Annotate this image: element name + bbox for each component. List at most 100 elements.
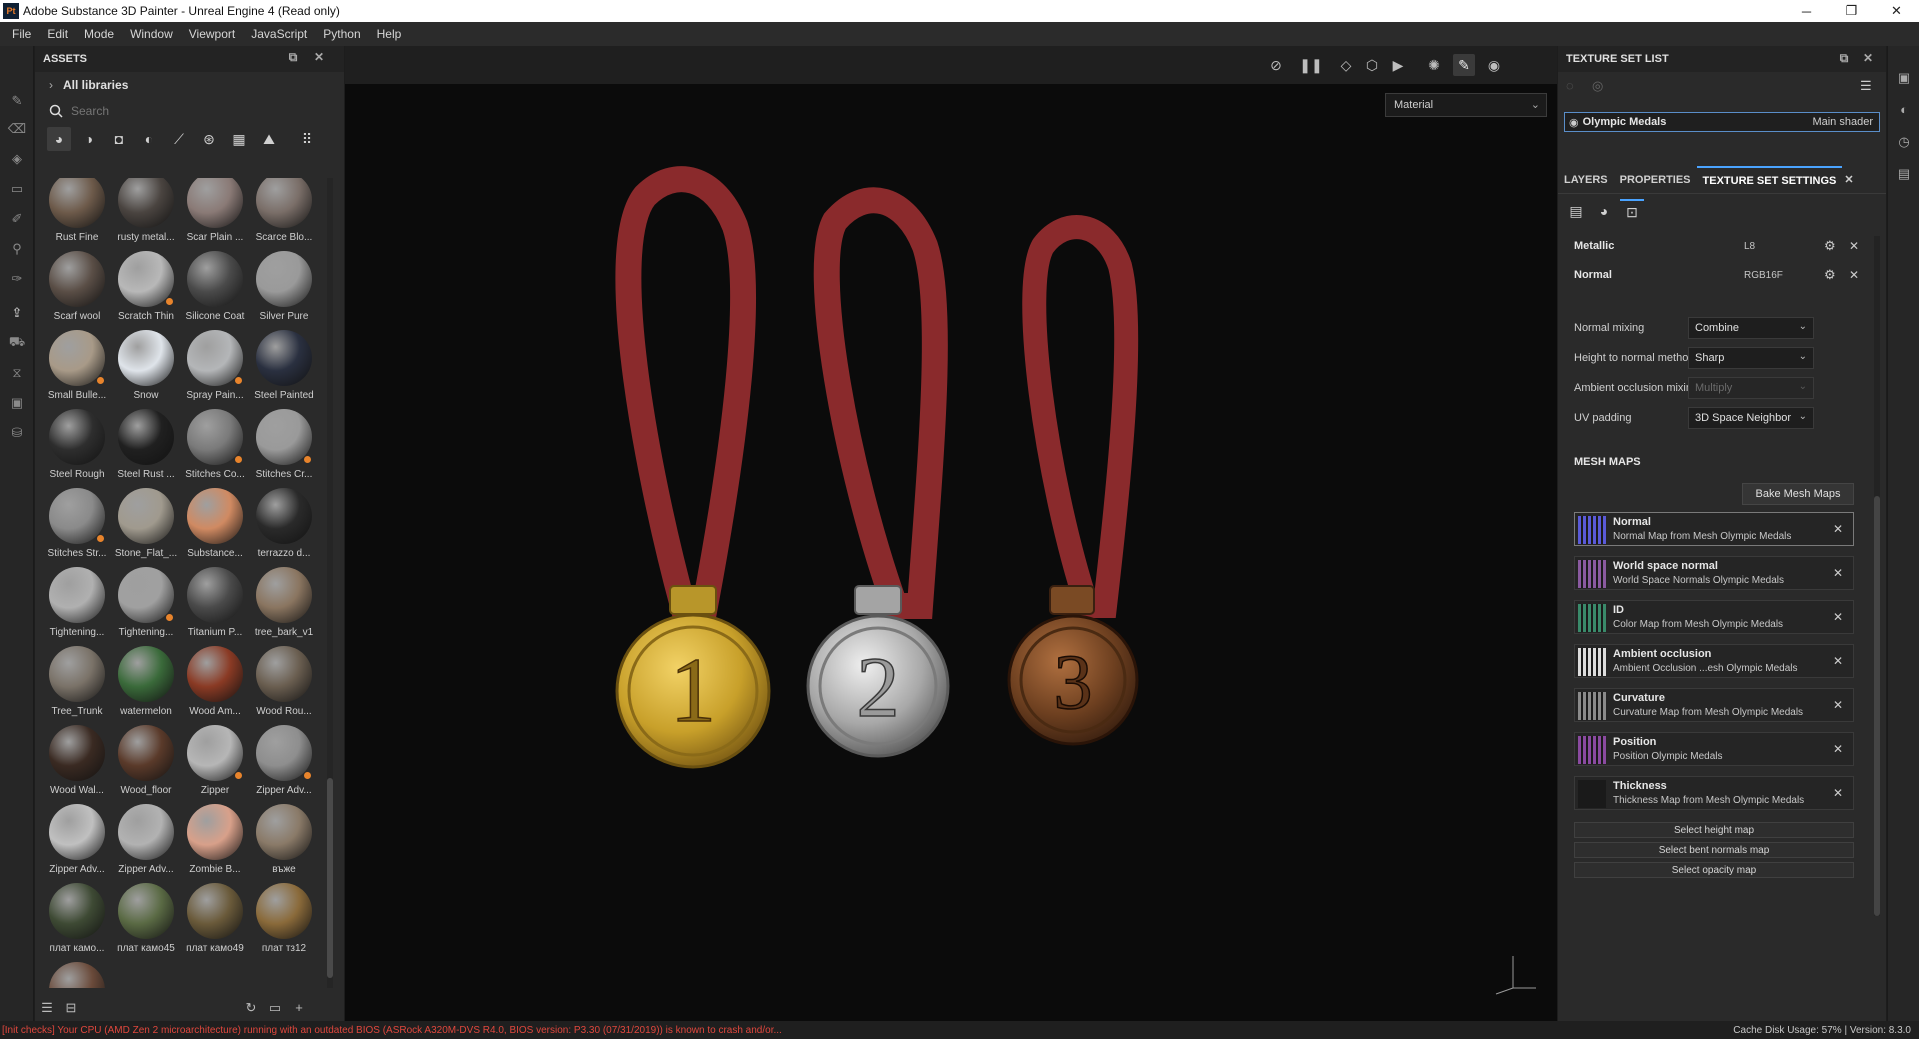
asset-item[interactable]: Rust Fine bbox=[43, 178, 111, 250]
asset-item[interactable]: Wood Wal... bbox=[43, 725, 111, 803]
tab-properties[interactable]: PROPERTIES bbox=[1614, 166, 1697, 194]
menu-javascript[interactable]: JavaScript bbox=[243, 27, 315, 41]
select-map-slot-button[interactable]: Select bent normals map bbox=[1574, 842, 1854, 858]
menu-help[interactable]: Help bbox=[369, 27, 410, 41]
mesh-map-row[interactable]: Thickness Thickness Map from Mesh Olympic… bbox=[1574, 776, 1854, 810]
tree-view-icon[interactable]: ⊟ bbox=[63, 1000, 79, 1016]
close-panel-icon[interactable]: ✕ bbox=[311, 50, 327, 66]
remove-icon[interactable]: ✕ bbox=[1833, 698, 1843, 712]
log-icon[interactable]: ▤ bbox=[1895, 166, 1913, 184]
mesh-map-row[interactable]: Normal Normal Map from Mesh Olympic Medal… bbox=[1574, 512, 1854, 546]
menu-file[interactable]: File bbox=[4, 27, 39, 41]
eye-icon[interactable]: ◎ bbox=[1592, 78, 1603, 94]
eraser-icon[interactable]: ⌫ bbox=[6, 118, 28, 140]
filter-generators-icon[interactable]: ◐ bbox=[137, 127, 161, 151]
clone-icon[interactable]: ⚲ bbox=[6, 238, 28, 260]
tab-texture-set-settings[interactable]: TEXTURE SET SETTINGS bbox=[1696, 165, 1843, 194]
asset-item[interactable]: плат камо45 bbox=[112, 883, 180, 961]
restore-button[interactable]: ❐ bbox=[1829, 0, 1874, 22]
menu-icon[interactable]: ☰ bbox=[1860, 78, 1872, 94]
mesh-map-row[interactable]: Position Position Olympic Medals ✕ bbox=[1574, 732, 1854, 766]
asset-item[interactable]: Zipper Adv... bbox=[43, 804, 111, 882]
visibility-eye-icon[interactable]: ◉ bbox=[1569, 116, 1579, 129]
filter-environments-icon[interactable]: ⛰ bbox=[257, 127, 281, 151]
mesh-map-row[interactable]: Curvature Curvature Map from Mesh Olympic… bbox=[1574, 688, 1854, 722]
remove-icon[interactable]: ✕ bbox=[1833, 742, 1843, 756]
asset-item[interactable]: terrazzo d... bbox=[250, 488, 318, 566]
asset-item[interactable]: плат тз12346 bbox=[43, 962, 111, 988]
material-sphere-icon[interactable]: ◕ bbox=[1592, 199, 1616, 223]
asset-item[interactable]: Scarf wool bbox=[43, 251, 111, 329]
asset-item[interactable]: Snow bbox=[112, 330, 180, 408]
normal-mixing-select[interactable]: Combine ⌄ bbox=[1688, 317, 1814, 339]
close-panel-icon[interactable]: ✕ bbox=[1860, 51, 1876, 67]
close-tab-icon[interactable]: ✕ bbox=[1842, 166, 1859, 194]
asset-item[interactable]: Stitches Str... bbox=[43, 488, 111, 566]
hide-all-icon[interactable]: ◌ bbox=[1566, 78, 1574, 93]
projection-icon[interactable]: ◈ bbox=[6, 148, 28, 170]
grid-view-icon[interactable]: ⠿ bbox=[295, 127, 319, 151]
texture-set-list-icon[interactable]: ▣ bbox=[1895, 70, 1913, 88]
filter-materials-icon[interactable]: ◕ bbox=[47, 127, 71, 151]
select-map-slot-button[interactable]: Select opacity map bbox=[1574, 862, 1854, 878]
close-window-button[interactable]: ✕ bbox=[1874, 0, 1919, 22]
asset-item[interactable]: Scratch Thin bbox=[112, 251, 180, 329]
channel-format[interactable]: RGB16F bbox=[1744, 270, 1783, 281]
asset-item[interactable]: watermelon bbox=[112, 646, 180, 724]
asset-item[interactable]: rusty metal... bbox=[112, 178, 180, 250]
history-icon[interactable]: ⧖ bbox=[6, 362, 28, 384]
refresh-icon[interactable]: ↻ bbox=[243, 1000, 259, 1016]
settings-scrollbar[interactable] bbox=[1874, 236, 1880, 916]
asset-item[interactable]: Tightening... bbox=[112, 567, 180, 645]
smudge-icon[interactable]: ✐ bbox=[6, 208, 28, 230]
channels-icon[interactable]: ▤ bbox=[1564, 199, 1588, 223]
asset-item[interactable]: Scarce Blo... bbox=[250, 178, 318, 250]
scrollbar-thumb[interactable] bbox=[327, 778, 333, 978]
asset-item[interactable]: Wood Am... bbox=[181, 646, 249, 724]
library-selector[interactable]: › All libraries bbox=[35, 72, 344, 98]
filter-textures-icon[interactable]: ⊛ bbox=[197, 127, 221, 151]
channel-format[interactable]: L8 bbox=[1744, 241, 1755, 252]
status-error-message[interactable]: [Init checks] Your CPU (AMD Zen 2 microa… bbox=[0, 1025, 782, 1036]
asset-item[interactable]: Zipper Adv... bbox=[250, 725, 318, 803]
remove-icon[interactable]: ✕ bbox=[1833, 566, 1843, 580]
asset-item[interactable]: Zipper Adv... bbox=[112, 804, 180, 882]
geometry-mask-icon[interactable]: ▭ bbox=[6, 178, 28, 200]
history-icon[interactable]: ◷ bbox=[1895, 134, 1913, 152]
asset-item[interactable]: Steel Painted bbox=[250, 330, 318, 408]
asset-item[interactable]: въже bbox=[250, 804, 318, 882]
asset-item[interactable]: Silicone Coat bbox=[181, 251, 249, 329]
gear-icon[interactable]: ⚙ bbox=[1824, 238, 1836, 254]
remove-icon[interactable]: ✕ bbox=[1833, 522, 1843, 536]
asset-item[interactable]: плат камо... bbox=[43, 883, 111, 961]
filter-masks-icon[interactable]: ◘ bbox=[107, 127, 131, 151]
menu-viewport[interactable]: Viewport bbox=[181, 27, 243, 41]
assets-scrollbar[interactable] bbox=[327, 178, 333, 988]
add-icon[interactable]: + bbox=[291, 1000, 307, 1016]
height-to-normal-select[interactable]: Sharp ⌄ bbox=[1688, 347, 1814, 369]
asset-item[interactable]: Tree_Trunk bbox=[43, 646, 111, 724]
minimize-button[interactable]: ─ bbox=[1784, 0, 1829, 22]
asset-item[interactable]: Substance... bbox=[181, 488, 249, 566]
paint-brush-icon[interactable]: ✎ bbox=[6, 90, 28, 112]
scrollbar-thumb[interactable] bbox=[1874, 496, 1880, 916]
texture-set-row[interactable]: ◉ Olympic Medals Main shader bbox=[1564, 112, 1880, 132]
bake-mesh-maps-button[interactable]: Bake Mesh Maps bbox=[1742, 483, 1854, 505]
asset-item[interactable]: Steel Rust ... bbox=[112, 409, 180, 487]
asset-item[interactable]: Wood_floor bbox=[112, 725, 180, 803]
filter-brushes-icon[interactable]: ⟋ bbox=[167, 127, 191, 151]
asset-item[interactable]: Silver Pure bbox=[250, 251, 318, 329]
assets-icon[interactable]: ⇪ bbox=[6, 302, 28, 324]
menu-mode[interactable]: Mode bbox=[76, 27, 122, 41]
display-mode-select[interactable]: Material ⌄ bbox=[1385, 93, 1547, 117]
asset-item[interactable]: Titanium P... bbox=[181, 567, 249, 645]
asset-item[interactable]: Spray Pain... bbox=[181, 330, 249, 408]
mesh-map-row[interactable]: ID Color Map from Mesh Olympic Medals ✕ bbox=[1574, 600, 1854, 634]
viewport[interactable]: ⊘ ❚❚ ◇ ⬡ ▶ ✺ ✎ ◉ 1 2 3 Material ⌄ bbox=[345, 46, 1557, 1021]
texture-set-icon[interactable]: ⛟ bbox=[6, 332, 28, 354]
list-view-icon[interactable]: ☰ bbox=[39, 1000, 55, 1016]
asset-item[interactable]: tree_bark_v1 bbox=[250, 567, 318, 645]
uv-padding-select[interactable]: 3D Space Neighbor ⌄ bbox=[1688, 407, 1814, 429]
mesh-maps-icon[interactable]: ⊡ bbox=[1620, 199, 1644, 223]
asset-item[interactable]: Steel Rough bbox=[43, 409, 111, 487]
